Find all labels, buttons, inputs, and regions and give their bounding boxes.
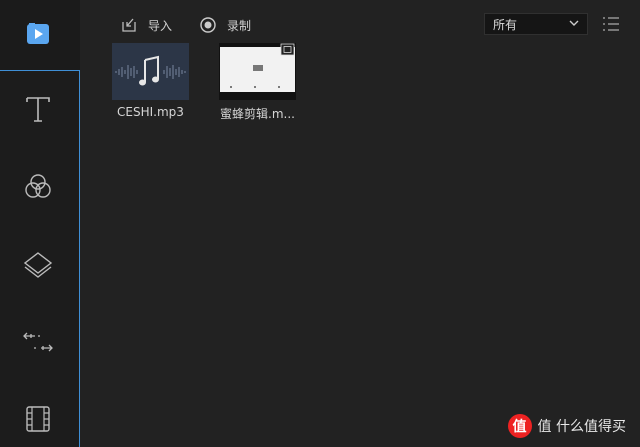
import-icon <box>122 18 136 32</box>
import-label: 导入 <box>148 18 173 33</box>
transitions-icon <box>23 332 53 352</box>
text-icon <box>26 97 50 122</box>
record-label: 录制 <box>227 18 252 33</box>
record-button[interactable]: 录制 <box>199 12 251 38</box>
overlays-icon <box>23 252 53 278</box>
overlays-button[interactable] <box>20 247 56 283</box>
elements-button[interactable] <box>20 401 56 437</box>
transitions-button[interactable] <box>20 325 56 361</box>
media-item-name: CESHI.mp3 <box>117 105 184 119</box>
list-view-icon[interactable] <box>602 16 620 32</box>
filter-value: 所有 <box>493 17 518 32</box>
chevron-down-icon <box>569 20 579 26</box>
filter-dropdown[interactable]: 所有 <box>484 13 588 35</box>
audio-thumbnail[interactable] <box>112 43 189 100</box>
elements-icon <box>26 406 50 432</box>
filters-icon <box>25 174 51 198</box>
watermark-text: 值 什么值得买 <box>537 419 626 435</box>
sidebar-panel <box>0 70 80 447</box>
filters-button[interactable] <box>20 169 56 205</box>
video-thumbnail[interactable] <box>219 43 296 100</box>
sidebar-header <box>0 0 80 70</box>
import-button[interactable]: 导入 <box>120 12 172 38</box>
sidebar <box>0 0 80 447</box>
media-item-name: 蜜蜂剪辑.m... <box>220 107 295 121</box>
media-icon[interactable] <box>24 22 52 46</box>
watermark-logo: 值 <box>507 414 532 438</box>
video-badge-icon <box>280 43 295 56</box>
record-icon <box>200 17 216 33</box>
text-button[interactable] <box>20 91 56 127</box>
watermark: 值 值 什么值得买 <box>507 414 626 438</box>
